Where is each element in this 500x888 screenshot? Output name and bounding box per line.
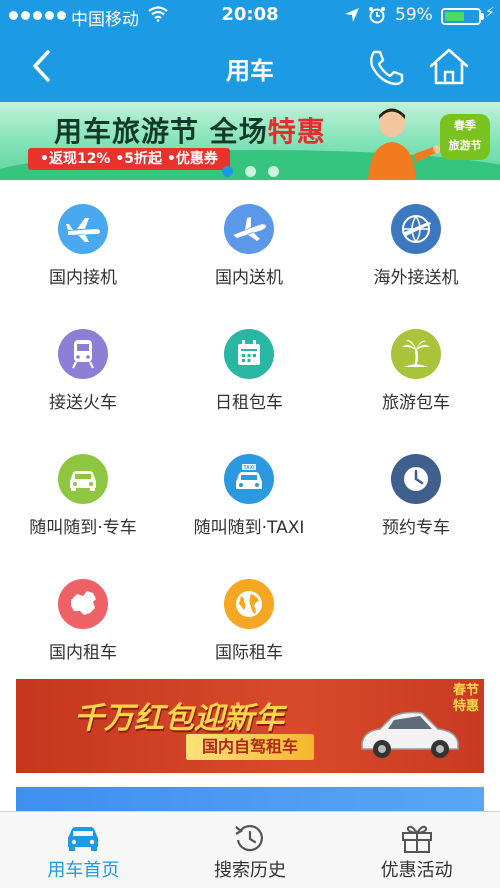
service-label: 随叫随到·TAXI [193,518,305,538]
service-item[interactable]: 旅游包车 [333,305,499,429]
service-label: 国内送机 [215,268,283,288]
new-year-promo-banner[interactable]: 千万红包迎新年 国内自驾租车 春节 特惠 [16,679,484,773]
history-clock-icon [235,825,263,852]
service-item[interactable]: 国际租车 [166,555,332,679]
car-illustration-icon [361,711,459,758]
palm-tree-icon [391,329,441,379]
plane-arrival-icon [58,204,108,254]
tab-car-tab[interactable]: 用车首页 [0,812,167,888]
service-label: 海外接送机 [373,268,459,288]
service-label: 接送火车 [49,393,117,413]
tab-label: 用车首页 [47,860,120,881]
phone-icon[interactable] [360,46,408,88]
tab-history-clock[interactable]: 搜索历史 [167,812,334,888]
home-icon[interactable] [425,45,473,87]
service-item[interactable]: 日租包车 [166,305,332,429]
battery-fill [445,12,464,21]
service-item[interactable]: 接送火车 [0,305,166,429]
service-label: 日租包车 [215,393,283,413]
battery-percent: 59% [395,5,433,25]
bottom-tab-bar: 用车首页 搜索历史 优惠活动 [0,811,500,888]
world-globe-icon [224,579,274,629]
service-label: 国内接机 [49,268,117,288]
clock-icon [391,454,441,504]
svg-text:TAXI: TAXI [243,465,255,471]
service-label: 国内租车 [49,643,117,663]
globe-plane-icon [391,204,441,254]
taxi-icon: TAXI [224,454,274,504]
car-tab-icon [68,827,99,851]
charging-bolt-icon: ⚡ [485,5,495,21]
promo-subline: 国内自驾租车 [186,734,315,760]
banner-headline: 用车旅游节 全场特惠 [54,110,326,150]
spring-travel-badge: 春季 旅游节 [440,114,490,160]
tab-label: 优惠活动 [380,860,453,881]
page-dot[interactable] [244,166,256,177]
car-icon [58,454,108,504]
tab-gift[interactable]: 优惠活动 [333,812,500,888]
service-item[interactable]: 随叫随到·专车 [0,430,166,554]
service-label: 国际租车 [215,643,283,663]
service-item[interactable]: 国内送机 [166,180,332,304]
service-item[interactable]: 预约专车 [333,430,499,554]
status-bar: 中国移动 20:08 59% ⚡ [0,0,500,32]
banner-page-indicator [0,166,500,177]
banner-headline-hot: 特惠 [267,115,326,148]
service-label: 随叫随到·专车 [29,518,137,538]
tab-label: 搜索历史 [214,860,286,881]
page-dot[interactable] [267,166,279,177]
battery-icon [441,8,481,25]
page-dot[interactable] [221,166,233,177]
service-label: 预约专车 [382,518,450,538]
train-icon [58,329,108,379]
china-map-icon [58,579,108,629]
gift-icon [401,825,432,853]
promo-headline: 千万红包迎新年 [74,701,284,736]
calendar-icon [224,329,274,379]
service-item[interactable]: 海外接送机 [333,180,499,304]
battery-cap [481,13,484,20]
banner-headline-main: 用车旅游节 全场 [54,115,268,148]
promo-corner-badge: 春节 特惠 [452,683,479,714]
alarm-clock-icon [369,7,385,24]
nav-bar: 用车 [0,32,500,102]
plane-departure-icon [224,204,274,254]
service-label: 旅游包车 [382,393,450,413]
service-item[interactable]: 国内租车 [0,555,166,679]
service-item[interactable]: 国内接机 [0,180,166,304]
location-arrow-icon [345,8,359,22]
service-item[interactable]: TAXI 随叫随到·TAXI [166,430,332,554]
